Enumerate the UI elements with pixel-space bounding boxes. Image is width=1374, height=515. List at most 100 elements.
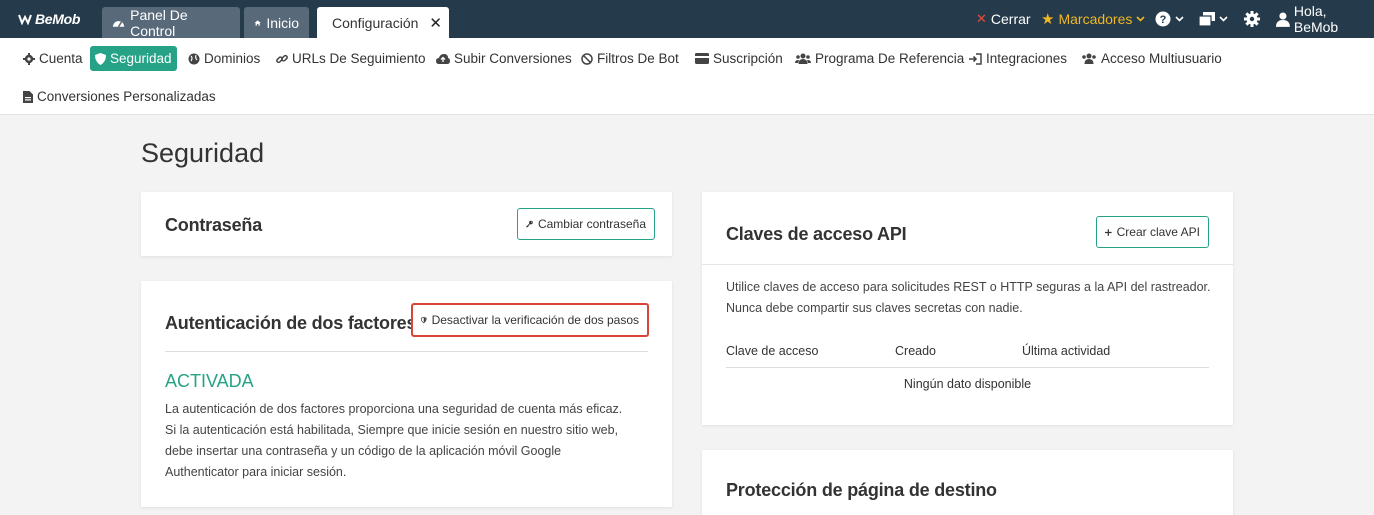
create-api-key-button[interactable]: Crear clave API [1096, 216, 1209, 248]
windows-icon [1199, 12, 1215, 26]
svg-text:?: ? [1160, 14, 1167, 26]
subnav-item-suscripcion[interactable]: Suscripción [690, 46, 788, 71]
logo-icon [18, 14, 32, 25]
cloud-upload-icon [436, 54, 450, 64]
subnav-item-integraciones[interactable]: Integraciones [964, 46, 1072, 71]
subnav-item-cuenta[interactable]: Cuenta [18, 46, 88, 71]
close-button[interactable]: ✕ Cerrar [976, 0, 1031, 38]
page-title: Seguridad [141, 138, 265, 168]
close-tab-icon[interactable]: ✕ [429, 14, 442, 32]
logo-text: BeMob [35, 11, 81, 27]
link-icon [276, 54, 288, 63]
subnav-item-subir-conversiones[interactable]: Subir Conversiones [431, 46, 577, 71]
greeting-label: Hola, BeMob [1293, 3, 1339, 35]
tab-panel-de-control[interactable]: Panel De Control [102, 6, 240, 39]
tab-label: Inicio [266, 14, 299, 31]
user-menu[interactable]: Hola, BeMob [1276, 0, 1374, 38]
subnav-label: Programa De Referencia [815, 51, 965, 66]
two-factor-card: Autenticación de dos factores Desactivar… [141, 281, 672, 507]
description-line: debe insertar una contraseña y un código… [165, 444, 562, 458]
subnav-item-dominios[interactable]: Dominios [183, 46, 265, 71]
tab-label: Configuración [332, 14, 419, 31]
bookmarks-label: Marcadores [1058, 11, 1133, 27]
subnav-item-acceso-multiusuario[interactable]: Acceso Multiusuario [1076, 46, 1227, 71]
landing-protection-card: Protección de página de destino [702, 450, 1233, 515]
subnav-label: Subir Conversiones [454, 51, 572, 66]
change-password-label: Cambiar contraseña [537, 217, 646, 231]
gear-icon [1244, 11, 1260, 27]
subnav-label: Dominios [204, 51, 261, 66]
divider [165, 351, 648, 352]
help-icon: ? [1155, 11, 1171, 27]
users-icon [795, 53, 811, 64]
subnav-item-conversiones-personalizadas[interactable]: Conversiones Personalizadas [18, 84, 221, 109]
description-line: Si la autenticación está habilitada, Sie… [165, 423, 619, 437]
subnav-label: Suscripción [713, 51, 783, 66]
subnav-label: Acceso Multiusuario [1101, 51, 1222, 66]
subnav-label: Filtros De Bot [597, 51, 679, 66]
change-password-button[interactable]: Cambiar contraseña [517, 208, 655, 240]
bookmarks-menu[interactable]: ★ Marcadores [1041, 0, 1145, 38]
disable-two-step-button[interactable]: Desactivar la verificación de dos pasos [411, 303, 649, 337]
chevron-down-icon [1219, 16, 1228, 22]
divider [702, 264, 1233, 265]
subnav-item-programa-de-referencia[interactable]: Programa De Referencia [790, 46, 969, 71]
empty-table-message: Ningún dato disponible [903, 377, 1032, 391]
password-card: Contraseña Cambiar contraseña [141, 192, 672, 256]
tab-configuracion[interactable]: Configuración ✕ [317, 7, 449, 38]
credit-card-icon [695, 53, 709, 64]
shield-icon [421, 316, 427, 324]
subnav-item-seguridad[interactable]: Seguridad [90, 46, 177, 71]
two-factor-description: La autenticación de dos factores proporc… [165, 399, 645, 483]
close-label: Cerrar [990, 11, 1031, 27]
bemob-logo[interactable]: BeMob [18, 11, 80, 27]
tab-label: Panel De Control [130, 6, 188, 39]
subnav-label: Conversiones Personalizadas [37, 89, 216, 104]
sign-in-icon [969, 52, 982, 65]
gear-icon [23, 52, 35, 65]
close-icon: ✕ [976, 11, 987, 26]
tab-inicio[interactable]: Inicio [244, 7, 309, 38]
subnav-label: URLs De Seguimiento [292, 51, 426, 66]
help-menu[interactable]: ? [1155, 0, 1184, 38]
subnav-label: Seguridad [110, 51, 172, 66]
create-api-key-label: Crear clave API [1116, 225, 1200, 239]
two-factor-status: ACTIVADA [165, 371, 254, 391]
top-bar: BeMob Panel De Control Inicio Configurac… [0, 0, 1374, 39]
description-line: Utilice claves de acceso para solicitude… [726, 280, 1211, 294]
windows-menu[interactable] [1199, 0, 1228, 38]
key-icon [526, 220, 533, 228]
api-keys-card-title: Claves de acceso API [726, 224, 907, 244]
subnav-item-filtros-de-bot[interactable]: Filtros De Bot [576, 46, 684, 71]
subnav-label: Integraciones [986, 51, 1068, 66]
subnav-label: Cuenta [39, 51, 83, 66]
description-line: La autenticación de dos factores proporc… [165, 402, 623, 416]
column-header-created: Creado [895, 344, 936, 358]
api-keys-card: Claves de acceso API Crear clave API Uti… [702, 192, 1233, 425]
landing-protection-card-title: Protección de página de destino [726, 480, 997, 500]
home-icon [254, 19, 261, 26]
table-divider [726, 367, 1209, 368]
settings-button[interactable] [1244, 0, 1260, 38]
plus-icon [1105, 228, 1112, 236]
two-factor-card-title: Autenticación de dos factores [165, 313, 417, 333]
password-card-title: Contraseña [165, 215, 263, 235]
description-line: Nunca debe compartir sus claves secretas… [726, 301, 1023, 315]
chevron-down-icon [1175, 16, 1184, 22]
description-line: Authenticator para iniciar sesión. [165, 465, 347, 479]
column-header-access-key: Clave de acceso [726, 344, 819, 358]
disable-two-step-label: Desactivar la verificación de dos pasos [431, 313, 639, 327]
star-icon: ★ [1041, 11, 1055, 28]
shield-icon [95, 52, 106, 65]
api-keys-description: Utilice claves de acceso para solicitude… [726, 277, 1216, 319]
chevron-down-icon [1136, 16, 1145, 22]
users-icon [1082, 53, 1096, 64]
user-icon [1276, 11, 1290, 27]
dashboard-icon [112, 20, 125, 27]
globe-icon [188, 53, 200, 64]
subnav-item-urls-de-seguimiento[interactable]: URLs De Seguimiento [271, 46, 431, 71]
file-icon [23, 90, 33, 103]
settings-subnav: Cuenta Seguridad Dominios URLs De Seguim… [0, 38, 1374, 115]
column-header-last-activity: Última actividad [1022, 344, 1111, 358]
ban-icon [581, 52, 593, 65]
